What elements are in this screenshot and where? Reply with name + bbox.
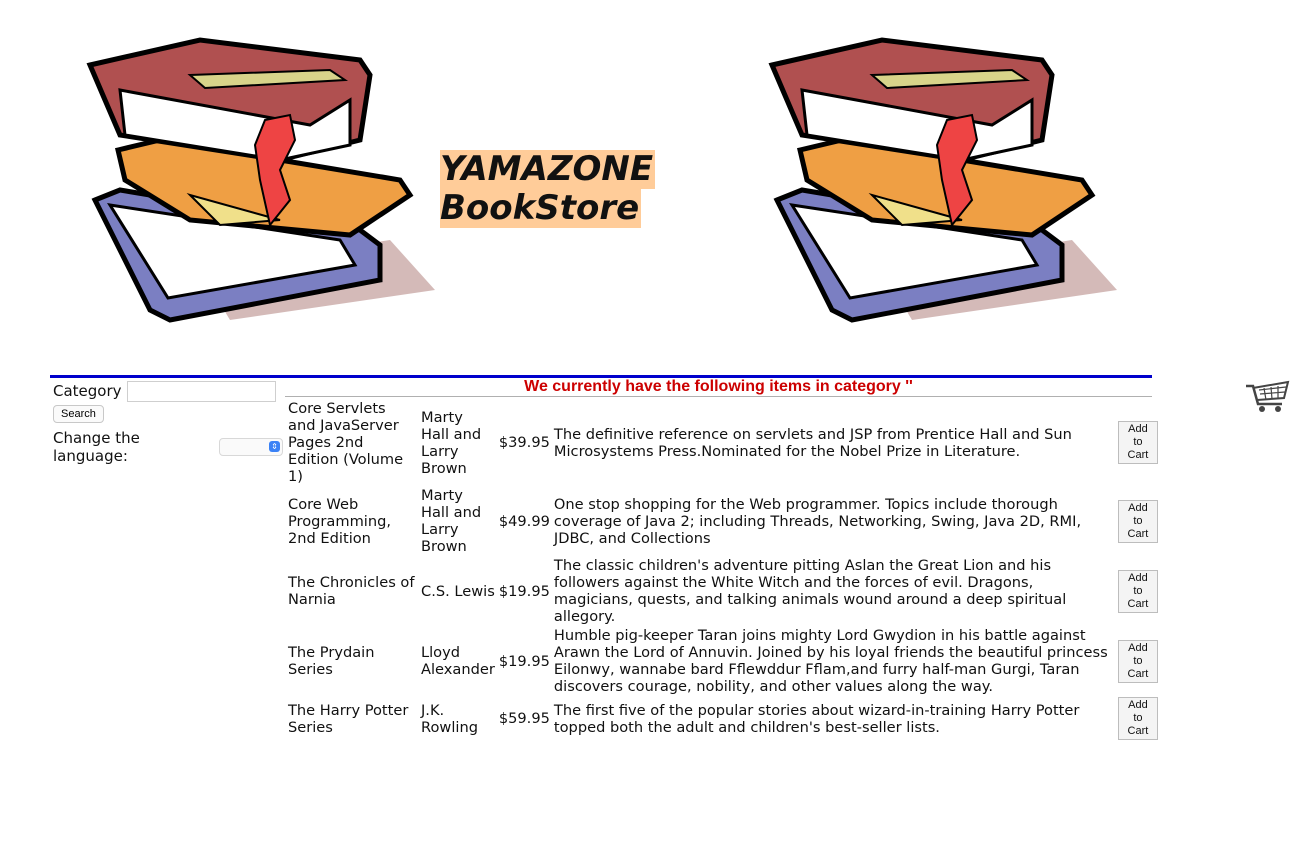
- add-to-cart-button[interactable]: Add to Cart: [1117, 697, 1158, 740]
- book-description: The first five of the popular stories ab…: [553, 701, 1080, 736]
- book-author: Marty Hall and Larry Brown: [421, 408, 482, 477]
- book-author: C.S. Lewis: [421, 582, 495, 600]
- add-to-cart-button[interactable]: Add to Cart: [1117, 639, 1158, 683]
- table-row: Core Servlets and JavaServer Pages 2nd E…: [287, 399, 1159, 486]
- book-price: $59.95: [498, 710, 550, 727]
- heading-divider: [285, 396, 1152, 397]
- book-author: Lloyd Alexander: [421, 644, 495, 678]
- items-table: Core Servlets and JavaServer Pages 2nd E…: [285, 399, 1161, 741]
- store-title-line2: BookStore: [440, 188, 642, 228]
- book-title: The Prydain Series: [288, 644, 375, 678]
- books-logo-right: [768, 37, 1117, 323]
- book-description: One stop shopping for the Web programmer…: [553, 495, 1082, 547]
- button-cell: Add to Cart: [1111, 399, 1159, 486]
- store-title-line1: YAMAZONE: [440, 149, 656, 189]
- shopping-cart-icon[interactable]: [1244, 378, 1290, 414]
- books-logo-left: [86, 37, 435, 323]
- button-cell: Add to Cart: [1111, 556, 1159, 626]
- book-description: The classic children's adventure pitting…: [553, 557, 1067, 625]
- category-heading: We currently have the following items in…: [524, 378, 913, 395]
- language-label: Change the language:: [53, 429, 140, 465]
- book-price: $19.95: [498, 582, 550, 600]
- add-to-cart-button[interactable]: Add to Cart: [1117, 421, 1158, 464]
- book-price: $49.99: [498, 512, 550, 530]
- chevron-updown-icon: ⇕: [269, 441, 280, 452]
- book-title: The Chronicles of Narnia: [288, 574, 415, 608]
- book-description: The definitive reference on servlets and…: [553, 425, 1072, 460]
- button-cell: Add to Cart: [1111, 486, 1159, 556]
- book-description: Humble pig-keeper Taran joins mighty Lor…: [553, 627, 1108, 695]
- table-row: The Prydain Series Lloyd Alexander $19.95 H…: [287, 626, 1159, 696]
- add-to-cart-button[interactable]: Add to Cart: [1117, 499, 1158, 543]
- book-title: Core Web Programming, 2nd Edition: [288, 495, 391, 547]
- book-title: Core Servlets and JavaServer Pages 2nd E…: [288, 400, 404, 485]
- table-row: Core Web Programming, 2nd Edition Marty H…: [287, 486, 1159, 556]
- search-button[interactable]: Search: [53, 405, 104, 423]
- category-label: Category: [53, 382, 122, 400]
- store-title: YAMAZONE BookStore: [440, 149, 656, 228]
- table-row: The Harry Potter Series J.K. Rowling $59.9…: [287, 696, 1159, 741]
- button-cell: Add to Cart: [1111, 626, 1159, 696]
- table-row: The Chronicles of Narnia C.S. Lewis $19.95…: [287, 556, 1159, 626]
- add-to-cart-button[interactable]: Add to Cart: [1117, 569, 1158, 613]
- category-input[interactable]: [126, 380, 276, 402]
- sidebar: Category Search Change the language: ⇕: [53, 380, 283, 465]
- button-cell: Add to Cart: [1111, 696, 1159, 741]
- language-select[interactable]: ⇕: [219, 438, 283, 456]
- book-title: The Harry Potter Series: [288, 701, 409, 736]
- book-price: $19.95: [498, 652, 550, 670]
- book-author: J.K. Rowling: [421, 701, 478, 736]
- book-price: $39.95: [498, 434, 550, 451]
- book-author: Marty Hall and Larry Brown: [421, 487, 482, 555]
